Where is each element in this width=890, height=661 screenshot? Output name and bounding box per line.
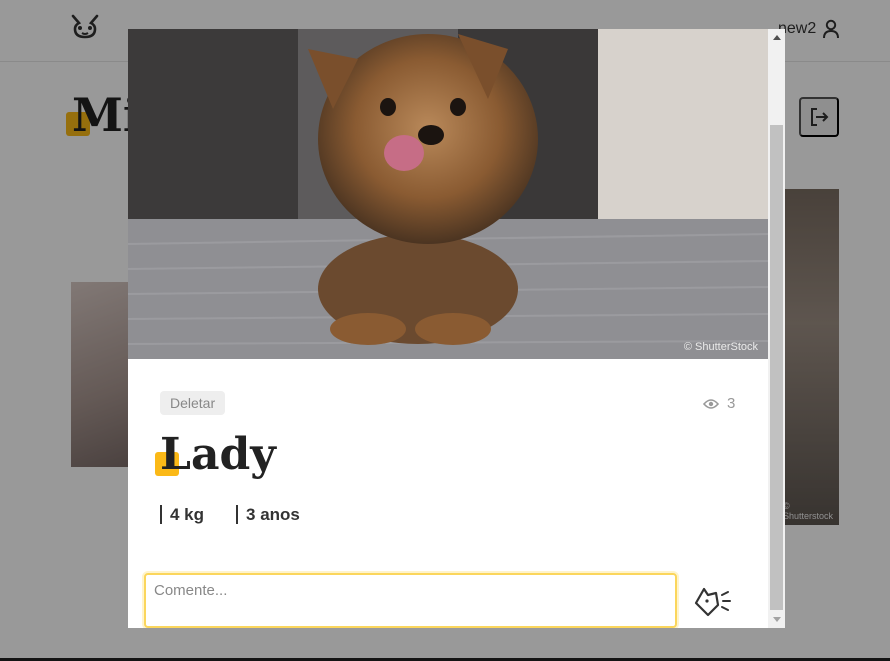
scroll-thumb[interactable]: [770, 125, 783, 610]
eye-icon: [703, 398, 719, 409]
modal-scrollbar[interactable]: [768, 29, 785, 628]
send-comment-button[interactable]: [690, 581, 734, 621]
dog-stats: 4 kg 3 anos: [160, 505, 300, 524]
photo-modal: © ShutterStock Deletar 3 Lady 4 kg 3 ano…: [128, 29, 768, 628]
dog-photo: © ShutterStock: [128, 29, 768, 359]
dog-weight: 4 kg: [160, 505, 204, 524]
comment-input[interactable]: [144, 573, 677, 628]
dog-age: 3 anos: [236, 505, 300, 524]
views-counter: 3: [703, 395, 735, 412]
scroll-down-arrow[interactable]: [768, 611, 785, 628]
views-count: 3: [727, 395, 736, 412]
dog-barking-send-icon: [694, 587, 731, 617]
scroll-up-arrow[interactable]: [768, 29, 785, 46]
delete-button[interactable]: Deletar: [160, 391, 226, 415]
photo-watermark: © ShutterStock: [683, 341, 758, 353]
dog-name: Lady: [160, 429, 276, 480]
